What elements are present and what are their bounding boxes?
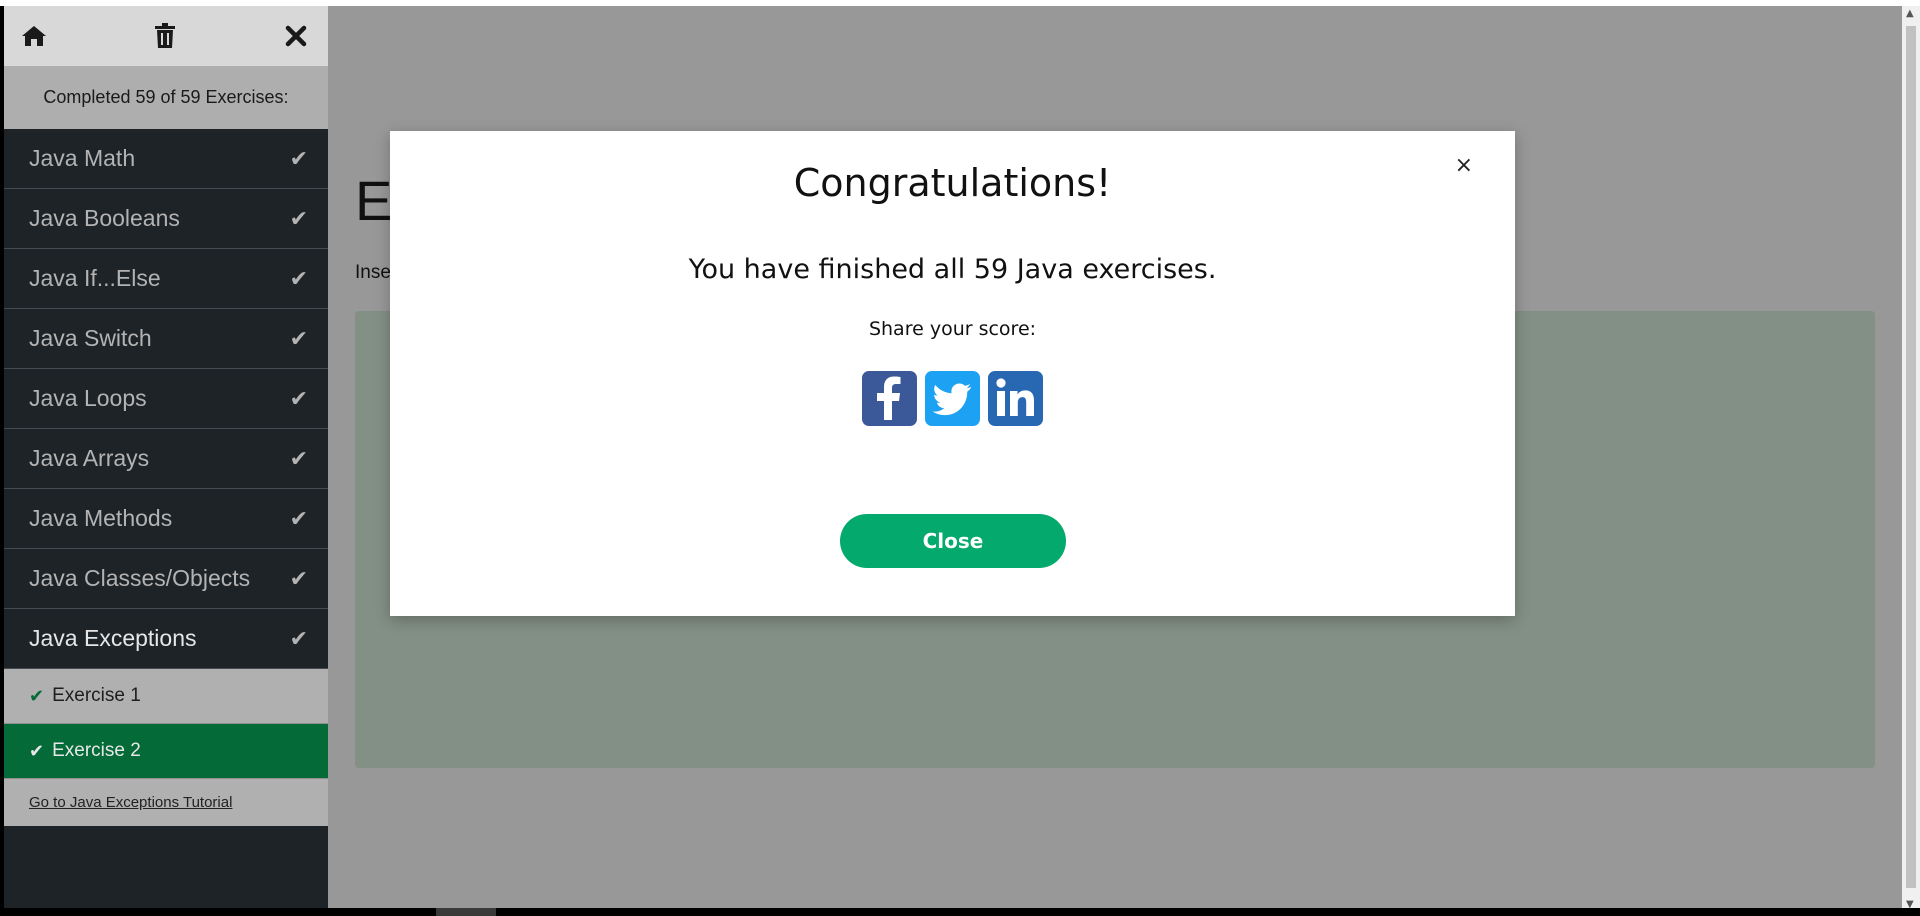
exercise-instruction: Inse [355, 262, 391, 283]
chapter-item[interactable]: Java Booleans ✔ [4, 189, 328, 249]
sidebar-toolbar [4, 6, 328, 66]
check-icon: ✔ [289, 205, 308, 231]
chapter-item[interactable]: Java Exceptions ✔ [4, 609, 328, 669]
scroll-thumb[interactable] [1906, 26, 1916, 888]
congratulations-modal: × Congratulations! You have finished all… [390, 131, 1515, 616]
chapter-item[interactable]: Java If...Else ✔ [4, 249, 328, 309]
check-icon: ✔ [289, 565, 308, 591]
check-icon: ✔ [289, 265, 308, 291]
chapter-label: Java Classes/Objects [29, 565, 251, 591]
exercise-item[interactable]: ✔ Exercise 2 [4, 724, 328, 779]
chapter-item[interactable]: Java Methods ✔ [4, 489, 328, 549]
share-icons [390, 371, 1515, 426]
close-button[interactable]: Close [840, 514, 1066, 568]
check-icon: ✔ [289, 325, 308, 351]
facebook-icon[interactable] [862, 371, 917, 426]
check-icon: ✔ [289, 445, 308, 471]
check-icon: ✔ [289, 625, 308, 651]
exercise-item[interactable]: ✔ Exercise 1 [4, 669, 328, 724]
chapter-label: Java Booleans [29, 205, 180, 231]
chapter-label: Java Loops [29, 385, 147, 411]
chapter-label: Java Math [29, 145, 136, 171]
chapter-label: Java Switch [29, 325, 152, 351]
check-icon: ✔ [289, 385, 308, 411]
chapter-list: Java Math ✔ Java Booleans ✔ Java If...Else ✔ J… [4, 129, 328, 669]
modal-title: Congratulations! [793, 161, 1112, 205]
chapter-label: Java Exceptions [29, 625, 197, 651]
check-icon: ✔ [289, 145, 308, 171]
home-icon[interactable] [18, 20, 50, 52]
twitter-icon[interactable] [925, 371, 980, 426]
share-label: Share your score: [868, 318, 1037, 340]
trash-icon[interactable] [149, 20, 181, 52]
check-icon: ✔ [289, 505, 308, 531]
chapter-label: Java Methods [29, 505, 173, 531]
scrollbar[interactable]: ▲ ▼ [1902, 6, 1920, 912]
modal-message: You have finished all 59 Java exercises. [688, 254, 1217, 285]
close-icon[interactable] [280, 20, 312, 52]
exercise-list: ✔ Exercise 1 ✔ Exercise 2 [4, 669, 328, 779]
chapter-item[interactable]: Java Math ✔ [4, 129, 328, 189]
exercise-label: Exercise 2 [52, 740, 141, 761]
tutorial-link[interactable]: Go to Java Exceptions Tutorial [4, 779, 328, 826]
progress-text: Completed 59 of 59 Exercises: [4, 66, 328, 129]
chapter-label: Java Arrays [29, 445, 150, 471]
linkedin-icon[interactable] [988, 371, 1043, 426]
chapter-item[interactable]: Java Loops ✔ [4, 369, 328, 429]
check-icon: ✔ [29, 685, 45, 706]
chapter-item[interactable]: Java Classes/Objects ✔ [4, 549, 328, 609]
scroll-up-arrow-icon[interactable]: ▲ [1906, 8, 1914, 19]
bottom-tab[interactable] [436, 908, 496, 916]
bottom-bar [0, 908, 1920, 916]
chapter-item[interactable]: Java Arrays ✔ [4, 429, 328, 489]
chapter-item[interactable]: Java Switch ✔ [4, 309, 328, 369]
check-icon: ✔ [29, 740, 45, 761]
exercise-label: Exercise 1 [52, 685, 141, 706]
sidebar: Completed 59 of 59 Exercises: Java Math ✔… [4, 6, 328, 912]
chapter-label: Java If...Else [29, 265, 161, 291]
